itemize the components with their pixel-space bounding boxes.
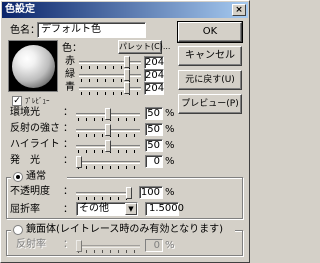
opacity-colon: ： <box>63 186 73 197</box>
ambient-colon: ： <box>63 107 73 118</box>
refraction-label: 屈折率 <box>10 204 40 215</box>
opacity-unit: % <box>165 187 175 198</box>
reflectance-unit: % <box>165 240 175 251</box>
mirror-group-header: 鏡面体(レイトレース時のみ有効となります) <box>11 224 235 236</box>
blue-label: 青 <box>65 82 75 93</box>
highlight-label: ハイライト <box>10 139 60 150</box>
red-slider[interactable] <box>79 56 141 69</box>
sphere-preview <box>12 45 55 88</box>
emission-colon: ： <box>63 155 73 166</box>
refraction-select-value: その他 <box>79 203 109 214</box>
reflectance-value-input[interactable]: 0 <box>145 239 163 252</box>
blue-value-input[interactable]: 204 <box>144 82 164 95</box>
reflect-colon: ： <box>63 123 73 134</box>
highlight-colon: ： <box>63 139 73 150</box>
emission-label: 発 光 <box>10 155 40 166</box>
refraction-colon: ： <box>63 204 73 215</box>
normal-radio[interactable] <box>13 172 23 182</box>
ambient-unit: % <box>165 108 175 119</box>
green-label: 緑 <box>65 69 75 80</box>
material-preview <box>8 40 58 92</box>
reflectance-label: 反射率 <box>16 239 46 250</box>
window-title: 色設定 <box>5 4 35 15</box>
reflectance-colon: ： <box>63 239 73 250</box>
revert-button[interactable]: 元に戻す(U) <box>178 70 242 90</box>
title-bar[interactable]: 色設定 × <box>2 2 248 18</box>
highlight-value-input[interactable]: 50 <box>145 139 163 152</box>
green-value-input[interactable]: 204 <box>144 69 164 82</box>
ambient-slider[interactable] <box>76 108 140 121</box>
ok-button[interactable]: OK <box>177 21 243 43</box>
opacity-value-input[interactable]: 100 <box>139 186 163 199</box>
palette-button[interactable]: パレット(C)... <box>118 40 170 54</box>
ambient-value-input[interactable]: 50 <box>145 107 163 120</box>
reflect-label: 反射の強さ <box>10 123 60 134</box>
emission-slider[interactable] <box>76 156 140 169</box>
reflectance-slider[interactable] <box>76 240 140 253</box>
preview-checkbox[interactable]: ✓ <box>12 96 22 106</box>
opacity-label: 不透明度 <box>10 186 50 197</box>
red-label: 赤 <box>65 56 75 67</box>
reflect-unit: % <box>165 124 175 135</box>
color-settings-dialog: 色設定 × 色名： デフォルト色 ✓ ﾌﾟﾚﾋﾞｭｰ 色： パレット(C)...… <box>0 0 250 263</box>
mirror-radio[interactable] <box>13 225 23 235</box>
normal-group-header: 通常 <box>11 171 67 183</box>
opacity-slider[interactable] <box>76 187 132 200</box>
close-button[interactable]: × <box>232 4 246 16</box>
mirror-radio-label: 鏡面体(レイトレース時のみ有効となります) <box>26 224 224 235</box>
emission-value-input[interactable]: 0 <box>145 155 163 168</box>
reflect-slider[interactable] <box>76 124 140 137</box>
green-slider[interactable] <box>79 69 141 82</box>
blue-slider[interactable] <box>79 82 141 95</box>
ambient-label: 環境光 <box>10 107 40 118</box>
red-value-input[interactable]: 204 <box>144 56 164 69</box>
highlight-unit: % <box>165 140 175 151</box>
refraction-select[interactable]: その他 ▼ <box>76 202 138 216</box>
chevron-down-icon[interactable]: ▼ <box>125 203 137 215</box>
emission-unit: % <box>165 156 175 167</box>
color-name-input[interactable]: デフォルト色 <box>37 22 146 38</box>
color-name-label: 色名： <box>10 25 40 36</box>
reflect-value-input[interactable]: 50 <box>145 123 163 136</box>
preview-button[interactable]: プレビュー(P) <box>178 94 242 114</box>
highlight-slider[interactable] <box>76 140 140 153</box>
refraction-value-input[interactable]: 1.5000 <box>145 202 184 216</box>
cancel-button[interactable]: キャンセル <box>178 46 242 66</box>
preview-checkbox-label: ﾌﾟﾚﾋﾞｭｰ <box>25 97 50 105</box>
normal-radio-label: 通常 <box>26 171 46 182</box>
color-label: 色： <box>62 43 82 54</box>
